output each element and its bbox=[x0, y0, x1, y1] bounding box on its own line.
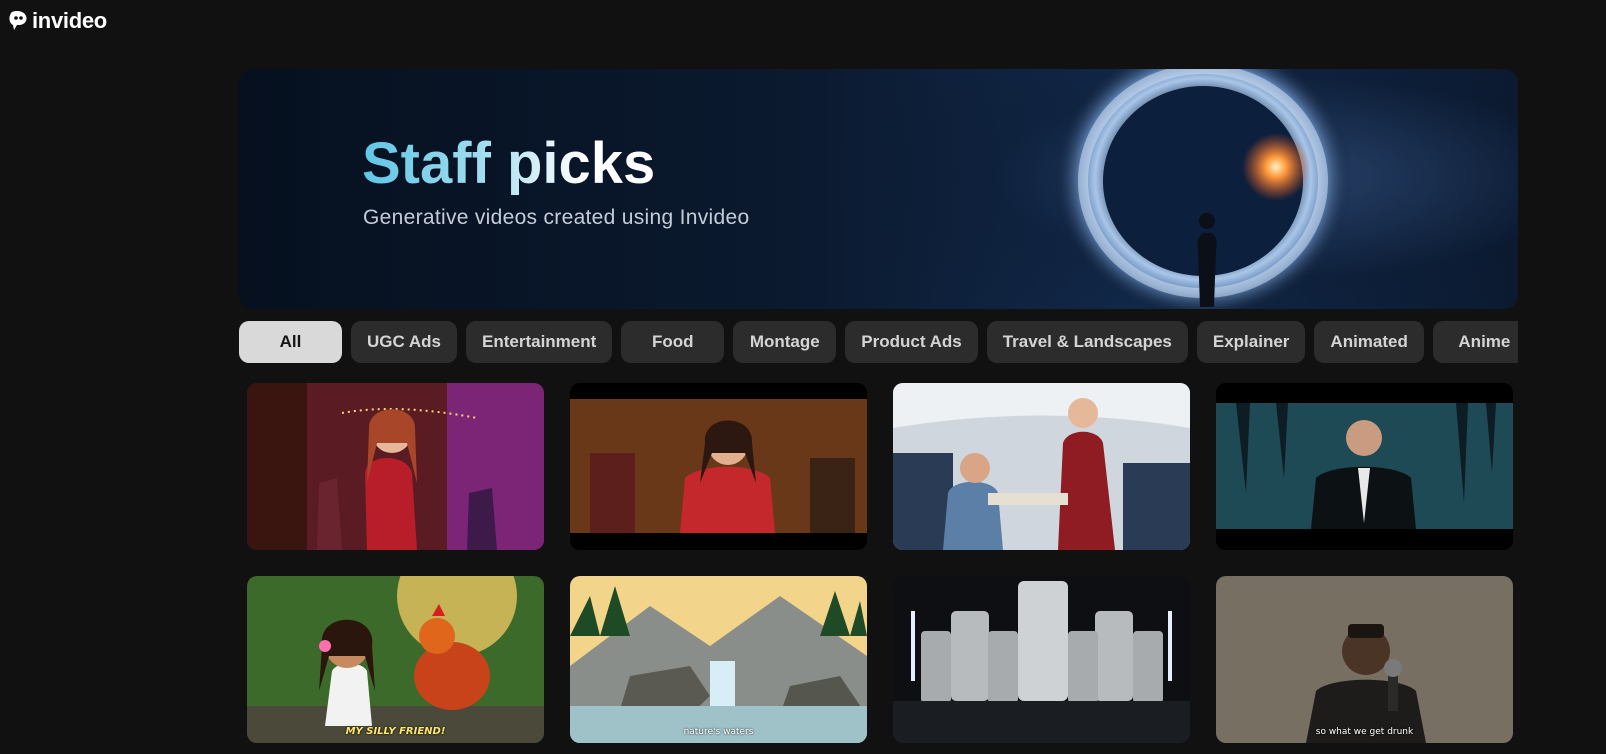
video-card[interactable]: MY SILLY FRIEND! bbox=[247, 576, 544, 743]
video-caption: nature's waters bbox=[683, 727, 754, 737]
filter-chip-food[interactable]: Food bbox=[621, 321, 725, 363]
category-filter-bar: All UGC Ads Entertainment Food Montage P… bbox=[239, 321, 1518, 363]
video-card[interactable] bbox=[893, 576, 1190, 743]
woman-eating-nachos-thumbnail bbox=[570, 383, 867, 550]
filter-chip-entertainment[interactable]: Entertainment bbox=[466, 321, 613, 363]
page-title: Staff picks bbox=[362, 129, 655, 199]
filter-chip-animated[interactable]: Animated bbox=[1314, 321, 1424, 363]
man-in-suit-knives-thumbnail bbox=[1216, 383, 1513, 550]
staff-picks-hero: Staff picks Generative videos created us… bbox=[239, 69, 1518, 309]
liquid-death-cans-thumbnail bbox=[893, 576, 1190, 743]
video-card[interactable]: nature's waters bbox=[570, 576, 867, 743]
video-card[interactable]: so what we get drunk bbox=[1216, 576, 1513, 743]
animated-girl-rooster-thumbnail bbox=[247, 576, 544, 743]
filter-chip-all[interactable]: All bbox=[239, 321, 342, 363]
filter-chip-anime[interactable]: Anime bbox=[1432, 321, 1518, 363]
invideo-logo[interactable]: invideo bbox=[8, 9, 107, 33]
filter-chip-montage[interactable]: Montage bbox=[733, 321, 837, 363]
singer-microphone-thumbnail bbox=[1216, 576, 1513, 743]
video-caption: MY SILLY FRIEND! bbox=[345, 726, 446, 737]
party-woman-headphones-thumbnail bbox=[247, 383, 544, 550]
video-card[interactable] bbox=[1216, 383, 1513, 550]
video-card[interactable] bbox=[893, 383, 1190, 550]
mountain-waterfall-thumbnail bbox=[570, 576, 867, 743]
filter-chip-explainer[interactable]: Explainer bbox=[1196, 321, 1306, 363]
filter-chip-ugc-ads[interactable]: UGC Ads bbox=[351, 321, 457, 363]
invideo-logo-icon bbox=[9, 11, 27, 30]
video-caption: so what we get drunk bbox=[1315, 727, 1414, 737]
filter-chip-product-ads[interactable]: Product Ads bbox=[845, 321, 978, 363]
portal-vortex-image bbox=[1053, 69, 1353, 309]
video-card[interactable] bbox=[247, 383, 544, 550]
page-subtitle: Generative videos created using Invideo bbox=[363, 206, 750, 229]
brand-name: invideo bbox=[32, 8, 107, 33]
filter-chip-travel-landscapes[interactable]: Travel & Landscapes bbox=[986, 321, 1188, 363]
video-card[interactable] bbox=[570, 383, 867, 550]
airplane-stewardess-thumbnail bbox=[893, 383, 1190, 550]
